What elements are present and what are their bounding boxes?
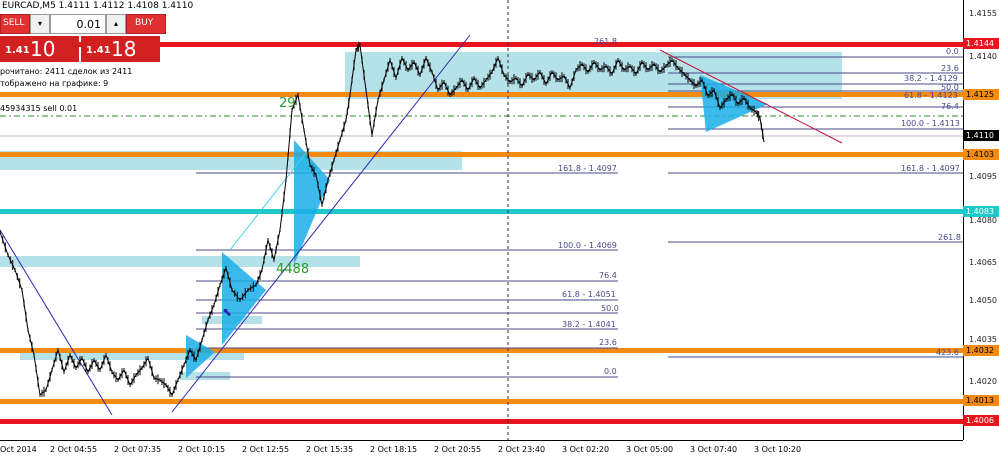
- price-tag-1.4125: 1.4125: [963, 89, 999, 100]
- time-label: 2 Oct 23:40: [498, 445, 546, 454]
- one-click-trade-panel: SELL ▾ ▴ BUY 1.41 10 1.41 18: [0, 14, 166, 62]
- time-label: 2 Oct 07:35: [114, 445, 162, 454]
- price-tick: 1.4095: [969, 172, 997, 181]
- time-label: 3 Oct 07:40: [690, 445, 738, 454]
- price-tick: 1.4080: [969, 216, 997, 225]
- time-label: 3 Oct 05:00: [626, 445, 674, 454]
- price-tick: 1.4035: [969, 335, 997, 344]
- fib-left-161: 161.8 - 1.4097: [558, 164, 617, 173]
- lot-decrease-button[interactable]: ▾: [30, 14, 50, 34]
- price-tag-1.4103: 1.4103: [963, 149, 999, 160]
- level-1.4103: [0, 152, 963, 157]
- time-label: 2 Oct 12:55: [242, 445, 290, 454]
- fib-left-50: 50.0: [601, 304, 619, 313]
- fib-left-76: 76.4: [599, 271, 617, 280]
- trade-arrow-icon: ⬉: [222, 305, 232, 319]
- fib-right-23: 23.6: [941, 64, 959, 73]
- lot-increase-button[interactable]: ▴: [106, 14, 126, 34]
- time-label: 3 Oct 02:20: [562, 445, 610, 454]
- sell-price-box[interactable]: 1.41 10: [0, 36, 79, 62]
- fib-left-lines: [196, 172, 618, 378]
- time-label: 2 Oct 18:15: [370, 445, 418, 454]
- lot-size-input[interactable]: [50, 14, 106, 34]
- chart-title: EURCAD,M5 1.4111 1.4112 1.4108 1.4110: [2, 1, 194, 11]
- time-label: 2 Oct 10:15: [178, 445, 226, 454]
- fib-right-61: 61.8 - 1.4123: [904, 91, 958, 100]
- price-tag-current: 1.4110: [963, 130, 999, 141]
- info-shown-trades: тображено на графике: 9: [0, 79, 109, 88]
- time-label: 2 Oct 20:55: [434, 445, 482, 454]
- level-1.4083: [0, 209, 963, 214]
- fib-left-0: 0.0: [604, 367, 617, 376]
- info-read-trades: рочитано: 2411 сделок из 2411: [0, 67, 133, 76]
- sell-price-main: 10: [30, 37, 56, 61]
- sell-button[interactable]: SELL: [0, 14, 30, 34]
- annotation-29: 29: [279, 96, 296, 111]
- fib-left-23: 23.6: [599, 338, 617, 347]
- price-tag-1.4083: 1.4083: [963, 206, 999, 217]
- price-tick: 1.4020: [969, 377, 997, 386]
- order-label: 45934315 sell 0.01: [0, 104, 78, 113]
- level-1.4125: [0, 92, 963, 97]
- fib-left-38: 38.2 - 1.4041: [562, 320, 616, 329]
- fib-right-261: 261.8: [938, 233, 961, 242]
- buy-price-prefix: 1.41: [86, 45, 111, 56]
- time-label: Oct 2014: [0, 445, 37, 454]
- fib-left-top: 261.8: [594, 37, 617, 46]
- level-1.4006: [0, 419, 963, 424]
- price-tick: 1.4050: [969, 296, 997, 305]
- price-chart[interactable]: ⬉: [0, 0, 999, 457]
- time-axis-line: [0, 440, 963, 441]
- trendline-2: [171, 34, 471, 413]
- time-label: 3 Oct 10:20: [754, 445, 802, 454]
- price-tag-1.4144: 1.4144: [963, 38, 999, 49]
- fib-right-161: 161.8 - 1.4097: [901, 164, 960, 173]
- price-tag-1.4006: 1.4006: [963, 415, 999, 426]
- price-tag-1.4013: 1.4013: [963, 395, 999, 406]
- price-tick: 1.4140: [969, 52, 997, 61]
- buy-price-box[interactable]: 1.41 18: [81, 36, 160, 62]
- fib-right-76: 76.4: [941, 102, 959, 111]
- fib-right-38: 38.2 - 1.4129: [904, 74, 958, 83]
- price-tick: 1.4065: [969, 258, 997, 267]
- time-label: 2 Oct 15:35: [306, 445, 354, 454]
- fib-right-100: 100.0 - 1.4113: [901, 119, 960, 128]
- fib-right-423: 423.6: [936, 348, 959, 357]
- sell-price-prefix: 1.41: [5, 45, 30, 56]
- price-tag-1.4032: 1.4032: [963, 345, 999, 356]
- level-1.4013: [0, 399, 963, 404]
- fib-left-100: 100.0 - 1.4069: [558, 241, 617, 250]
- buy-price-main: 18: [111, 37, 137, 61]
- level-1.4032: [0, 348, 963, 353]
- annotation-4488: 4488: [276, 262, 310, 277]
- fib-left-61: 61.8 - 1.4051: [562, 290, 616, 299]
- buy-button[interactable]: BUY: [126, 14, 166, 34]
- time-label: 2 Oct 04:55: [50, 445, 98, 454]
- price-tick: 1.4155: [969, 9, 997, 18]
- fib-right-0: 0.0: [946, 47, 959, 56]
